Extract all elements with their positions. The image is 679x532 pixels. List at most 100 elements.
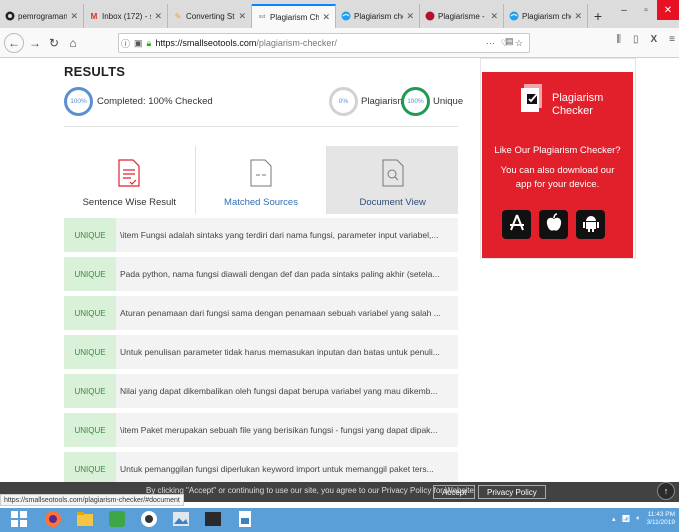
browser-tab[interactable]: ✎ Converting String to ✕ bbox=[168, 4, 252, 28]
taskbar-app-document[interactable] bbox=[232, 508, 258, 532]
tray-chevron-icon[interactable]: ▴ bbox=[612, 515, 616, 523]
close-tab-icon[interactable]: ✕ bbox=[490, 11, 498, 22]
browser-tab[interactable]: M Inbox (172) - schulzc ✕ bbox=[84, 4, 168, 28]
tab-title: Inbox (172) - schulzc bbox=[102, 11, 151, 21]
accept-button[interactable]: Accept bbox=[433, 485, 476, 499]
sentence-text: Pada python, nama fungsi diawali dengan … bbox=[120, 269, 440, 279]
system-tray: ▴ 📶︎ 🔈︎ 11:43 PM 3/11/2019 bbox=[612, 511, 675, 527]
unique-badge: UNIQUE bbox=[64, 257, 116, 291]
completed-percent: 100% bbox=[70, 98, 87, 105]
clock[interactable]: 11:43 PM 3/11/2019 bbox=[647, 511, 675, 527]
store-buttons bbox=[502, 210, 605, 239]
unique-badge: UNIQUE bbox=[64, 452, 116, 486]
unique-ring: 100% bbox=[401, 87, 430, 116]
close-tab-icon[interactable]: ✕ bbox=[406, 11, 414, 22]
unique-badge: UNIQUE bbox=[64, 218, 116, 252]
close-tab-icon[interactable]: ✕ bbox=[154, 11, 162, 22]
close-tab-icon[interactable]: ✕ bbox=[238, 11, 246, 22]
new-tab-button[interactable]: + bbox=[588, 4, 608, 28]
close-window-icon[interactable]: ✕ bbox=[657, 0, 679, 20]
home-icon[interactable]: ⌂ bbox=[65, 33, 81, 53]
info-icon[interactable]: ⓘ bbox=[121, 37, 130, 50]
lock-icon: 🔒︎ bbox=[146, 37, 152, 48]
library-icon[interactable]: ⫼ bbox=[616, 34, 621, 45]
browser-tab-active[interactable]: sst Plagiarism Checker ✕ bbox=[252, 4, 336, 28]
taskbar-app-dark[interactable] bbox=[200, 508, 226, 532]
navigation-bar: ← → ↻ ⌂ ⓘ ▣ 🔒︎ https://smallseotools.com… bbox=[0, 28, 679, 58]
reload-icon[interactable]: ↻ bbox=[46, 33, 62, 53]
apple-store-button[interactable] bbox=[539, 210, 568, 239]
pencil-icon: ✎ bbox=[174, 11, 182, 21]
close-tab-icon[interactable]: ✕ bbox=[70, 11, 78, 22]
windows-taskbar: ▴ 📶︎ 🔈︎ 11:43 PM 3/11/2019 bbox=[0, 508, 679, 532]
green-app-icon bbox=[108, 510, 126, 531]
taskbar-file-explorer[interactable] bbox=[72, 508, 98, 532]
close-tab-icon[interactable]: ✕ bbox=[322, 12, 330, 23]
permissions-icon[interactable]: ▣ bbox=[134, 38, 143, 49]
network-icon[interactable]: 📶︎ bbox=[621, 515, 630, 523]
taskbar-app-circle[interactable] bbox=[136, 508, 162, 532]
result-row[interactable]: UNIQUE Untuk penulisan parameter tidak h… bbox=[64, 335, 458, 369]
promo-text: You can also download our app for your d… bbox=[500, 165, 615, 190]
menu-icon[interactable]: ≡ bbox=[669, 34, 675, 45]
address-bar[interactable]: ⓘ ▣ 🔒︎ https://smallseotools.com /plagia… bbox=[118, 33, 530, 53]
globe-icon bbox=[341, 11, 351, 21]
tab-document-view[interactable]: Document View bbox=[326, 146, 459, 214]
completed-progress-ring: 100% bbox=[64, 87, 93, 116]
divider bbox=[64, 126, 458, 127]
tab-title: Plagiarism Checker bbox=[270, 12, 320, 22]
start-button[interactable] bbox=[4, 508, 34, 532]
result-row[interactable]: UNIQUE \item Paket merupakan sebuah file… bbox=[64, 413, 458, 447]
result-row[interactable]: UNIQUE Untuk pemanggilan fungsi diperluk… bbox=[64, 452, 458, 486]
taskbar-app-image[interactable] bbox=[168, 508, 194, 532]
browser-tab[interactable]: Plagiarism checker | ✕ bbox=[504, 4, 588, 28]
minimize-icon[interactable]: – bbox=[613, 0, 635, 20]
android-icon bbox=[582, 213, 600, 236]
close-tab-icon[interactable]: ✕ bbox=[574, 11, 582, 22]
reader-view-icon[interactable]: ▤ bbox=[505, 36, 514, 47]
sidebar-icon[interactable]: ▯ bbox=[633, 34, 639, 45]
site-icon: sst bbox=[258, 14, 266, 20]
result-row[interactable]: UNIQUE Nilai yang dapat dikembalikan ole… bbox=[64, 374, 458, 408]
result-row[interactable]: UNIQUE Pada python, nama fungsi diawali … bbox=[64, 257, 458, 291]
sentence-text: \item Paket merupakan sebuah file yang b… bbox=[120, 425, 438, 435]
clock-date: 3/11/2019 bbox=[646, 519, 675, 526]
result-row[interactable]: UNIQUE \item Fungsi adalah sintaks yang … bbox=[64, 218, 458, 252]
promo-headline: Like Our Plagiarism Checker? bbox=[494, 145, 621, 156]
search-document-icon bbox=[382, 159, 404, 190]
unique-label: Unique bbox=[433, 96, 464, 107]
tab-title: Converting String to bbox=[186, 11, 235, 21]
firefox-icon bbox=[44, 510, 62, 531]
tab-label: Document View bbox=[359, 197, 426, 208]
result-row[interactable]: UNIQUE Aturan penamaan dari fungsi sama … bbox=[64, 296, 458, 330]
tab-matched-sources[interactable]: Matched Sources bbox=[194, 146, 327, 214]
app-store-button[interactable] bbox=[502, 210, 531, 239]
results-title: RESULTS bbox=[64, 64, 126, 79]
browser-tab[interactable]: Plagiarisme - Portal ✕ bbox=[420, 4, 504, 28]
tab-title: pemrograman3/ma bbox=[18, 11, 68, 21]
page-actions-icon[interactable]: ··· bbox=[486, 38, 495, 49]
sentence-text: Untuk pemanggilan fungsi diperlukan keyw… bbox=[120, 464, 434, 474]
volume-icon[interactable]: 🔈︎ bbox=[636, 515, 640, 523]
app-promo-banner[interactable]: Plagiarism Checker Like Our Plagiarism C… bbox=[482, 72, 633, 258]
sentence-text: \item Fungsi adalah sintaks yang terdiri… bbox=[120, 230, 439, 240]
red-logo-icon bbox=[425, 11, 435, 21]
browser-tab[interactable]: pemrograman3/ma ✕ bbox=[0, 4, 84, 28]
privacy-policy-button[interactable]: Privacy Policy bbox=[478, 485, 546, 499]
image-app-icon bbox=[172, 510, 190, 531]
sentence-text: Untuk penulisan parameter tidak harus me… bbox=[120, 347, 440, 357]
browser-tab[interactable]: Plagiarism checker | ✕ bbox=[336, 4, 420, 28]
tab-sentence-wise-result[interactable]: Sentence Wise Result bbox=[64, 146, 195, 214]
apple-icon bbox=[545, 213, 563, 236]
plagiarism-label: Plagiarism bbox=[361, 96, 406, 107]
scroll-top-icon[interactable]: ↑ bbox=[657, 482, 675, 500]
extension-x-icon[interactable]: X bbox=[650, 34, 657, 45]
forward-icon[interactable]: → bbox=[27, 33, 43, 53]
maximize-icon[interactable]: ▫ bbox=[635, 0, 657, 20]
android-store-button[interactable] bbox=[576, 210, 605, 239]
taskbar-app-green[interactable] bbox=[104, 508, 130, 532]
back-icon[interactable]: ← bbox=[4, 32, 24, 53]
taskbar-firefox[interactable] bbox=[40, 508, 66, 532]
bookmark-star-icon[interactable]: ☆ bbox=[515, 38, 523, 49]
plagiarism-percent: 0% bbox=[338, 98, 349, 105]
